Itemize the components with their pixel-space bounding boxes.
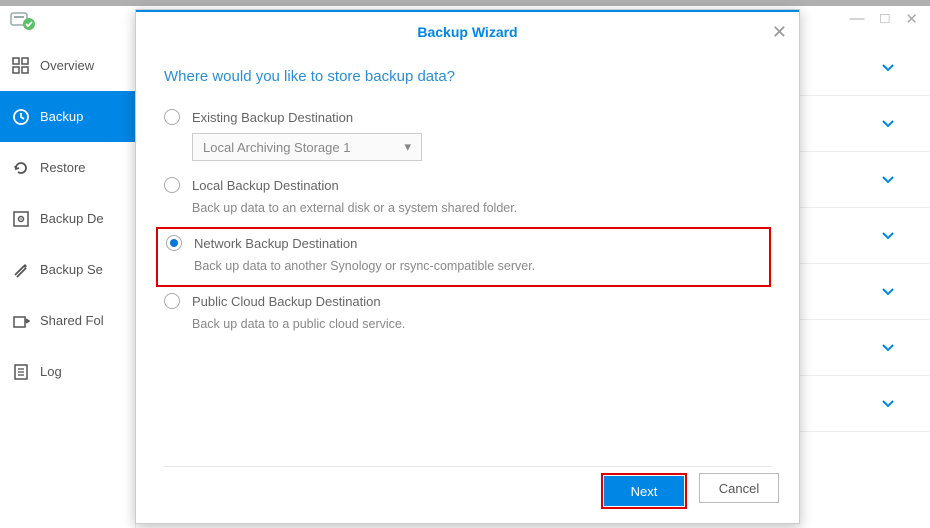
option-local-destination[interactable]: Local Backup Destination Back up data to… (164, 171, 771, 227)
sidebar-item-label: Log (40, 364, 62, 379)
radio-cloud[interactable] (164, 293, 180, 309)
radio-network[interactable] (166, 235, 182, 251)
modal-body: Where would you like to store backup dat… (136, 52, 799, 343)
option-label: Public Cloud Backup Destination (192, 294, 381, 309)
highlight-next-button: Next (601, 473, 687, 509)
chevron-down-icon (881, 229, 895, 243)
radio-local[interactable] (164, 177, 180, 193)
highlight-network-option: Network Backup Destination Back up data … (156, 227, 771, 287)
sidebar-item-shared-folder[interactable]: Shared Fol (0, 295, 135, 346)
app-logo-icon (10, 10, 36, 37)
sidebar-item-backup-destination[interactable]: Backup De (0, 193, 135, 244)
modal-footer: Next Cancel (601, 473, 779, 509)
sidebar-item-label: Backup De (40, 211, 104, 226)
chevron-down-icon (881, 117, 895, 131)
sidebar-item-log[interactable]: Log (0, 346, 135, 397)
option-label: Existing Backup Destination (192, 110, 353, 125)
sidebar-item-label: Overview (40, 58, 94, 73)
option-existing-destination[interactable]: Existing Backup Destination Local Archiv… (164, 103, 771, 171)
existing-destination-dropdown[interactable]: Local Archiving Storage 1 ▾ (192, 133, 422, 161)
minimize-button[interactable]: — (849, 10, 864, 28)
chevron-down-icon (881, 285, 895, 299)
destination-icon (12, 210, 30, 228)
cancel-button[interactable]: Cancel (699, 473, 779, 503)
app-window: — □ ✕ Overview Backup Restore Backup De … (0, 0, 930, 528)
chevron-down-icon (881, 341, 895, 355)
chevron-down-icon (881, 173, 895, 187)
log-icon (12, 363, 30, 381)
maximize-button[interactable]: □ (880, 10, 889, 28)
backup-icon (12, 108, 30, 126)
option-description: Back up data to an external disk or a sy… (192, 201, 771, 215)
option-network-destination[interactable]: Network Backup Destination Back up data … (166, 235, 761, 273)
sidebar-item-backup[interactable]: Backup (0, 91, 135, 142)
sidebar-item-label: Shared Fol (40, 313, 104, 328)
option-public-cloud-destination[interactable]: Public Cloud Backup Destination Back up … (164, 287, 771, 343)
option-description: Back up data to another Synology or rsyn… (194, 259, 761, 273)
next-button[interactable]: Next (604, 476, 684, 506)
modal-question: Where would you like to store backup dat… (164, 68, 771, 85)
option-label: Local Backup Destination (192, 178, 339, 193)
share-icon (12, 312, 30, 330)
sidebar-item-overview[interactable]: Overview (0, 40, 135, 91)
dropdown-value: Local Archiving Storage 1 (203, 140, 350, 155)
overview-icon (12, 57, 30, 75)
settings-icon (12, 261, 30, 279)
titlebar (0, 0, 930, 6)
close-icon[interactable]: ✕ (772, 22, 787, 43)
sidebar-item-label: Backup Se (40, 262, 103, 277)
option-description: Back up data to a public cloud service. (192, 317, 771, 331)
destination-options: Existing Backup Destination Local Archiv… (164, 103, 771, 343)
chevron-down-icon (881, 397, 895, 411)
footer-separator (164, 466, 771, 467)
option-label: Network Backup Destination (194, 236, 357, 251)
window-controls: — □ ✕ (849, 10, 918, 28)
chevron-down-icon (881, 61, 895, 75)
sidebar-item-backup-settings[interactable]: Backup Se (0, 244, 135, 295)
modal-title: Backup Wizard (417, 24, 517, 40)
restore-icon (12, 159, 30, 177)
chevron-down-icon: ▾ (404, 139, 411, 155)
close-button[interactable]: ✕ (905, 10, 918, 28)
backup-wizard-modal: Backup Wizard ✕ Where would you like to … (135, 9, 800, 524)
sidebar-item-label: Backup (40, 109, 83, 124)
sidebar-item-restore[interactable]: Restore (0, 142, 135, 193)
radio-existing[interactable] (164, 109, 180, 125)
sidebar: Overview Backup Restore Backup De Backup… (0, 40, 135, 397)
modal-header: Backup Wizard ✕ (136, 10, 799, 52)
sidebar-item-label: Restore (40, 160, 86, 175)
